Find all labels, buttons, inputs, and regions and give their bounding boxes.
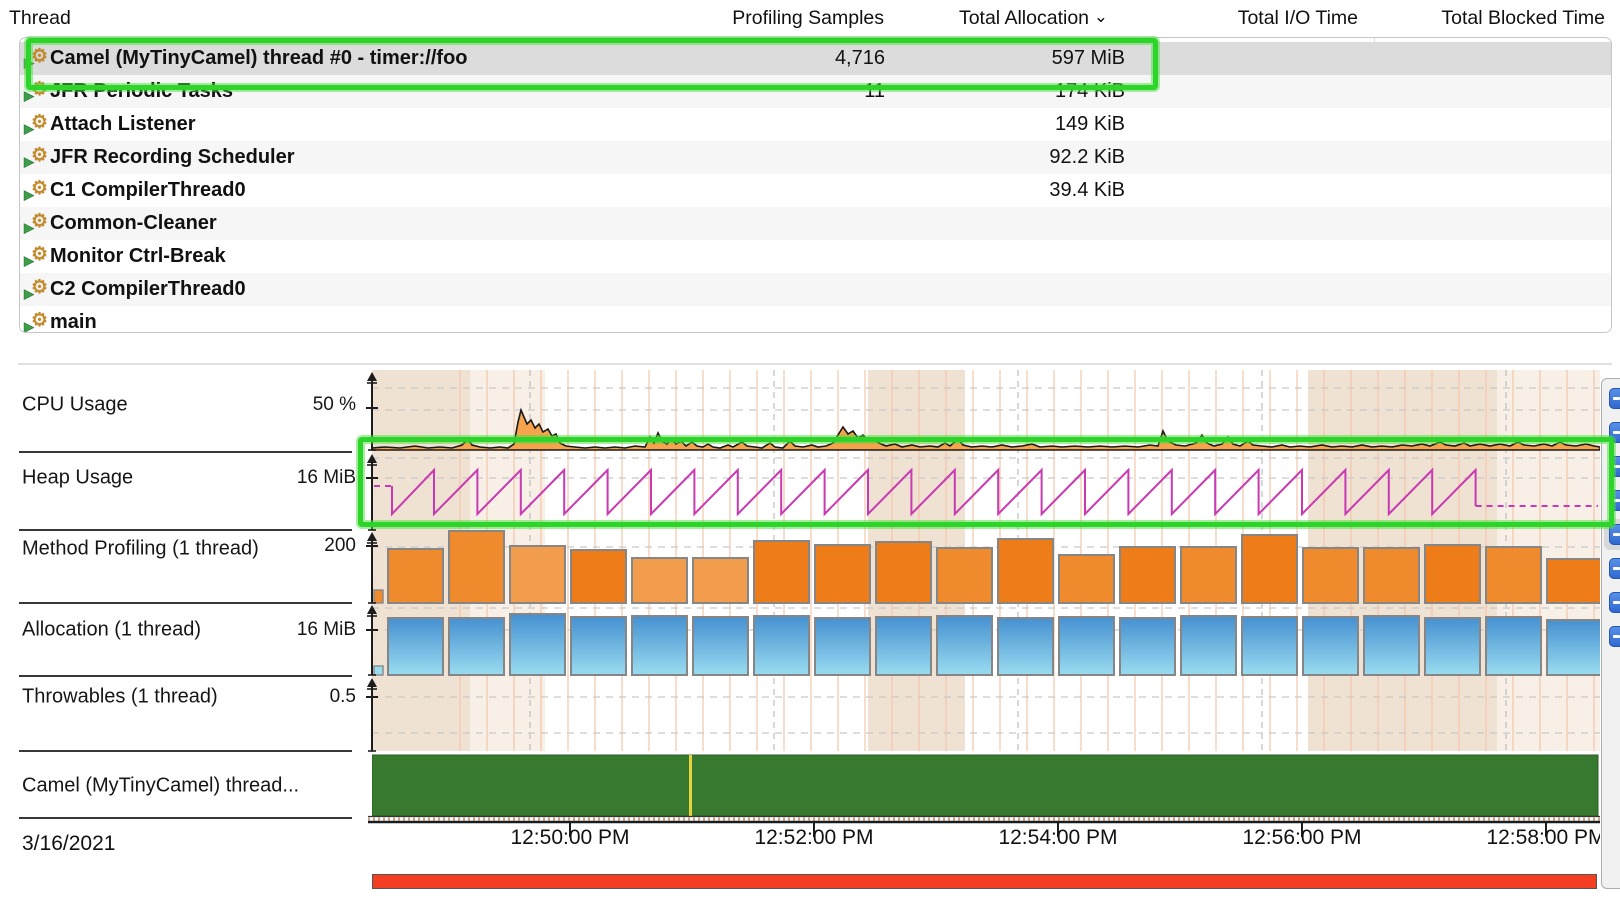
- time-axis-label: 12:56:00 PM: [1217, 826, 1387, 850]
- axis-max-allocation: 16 MiB: [297, 619, 356, 641]
- allocation-bar[interactable]: [449, 618, 504, 675]
- allocation-bar[interactable]: [937, 616, 992, 675]
- lane-label-allocation: Allocation (1 thread): [22, 619, 201, 642]
- chart-toolbar-button[interactable]: [1609, 524, 1620, 545]
- jmc-threads-view: Thread Profiling Samples Total Allocatio…: [0, 0, 1620, 904]
- chart-toolbar-button[interactable]: [1609, 388, 1620, 409]
- method-profiling-bar[interactable]: [1425, 545, 1480, 603]
- time-axis-label: 12:58:00 PM: [1461, 826, 1600, 850]
- axis-max-method: 200: [324, 535, 356, 557]
- time-axis-labels[interactable]: 12:50:00 PM 12:52:00 PM 12:54:00 PM 12:56:0…: [0, 826, 1600, 860]
- range-selector-bar[interactable]: [372, 874, 1597, 889]
- time-axis-label: 12:52:00 PM: [729, 826, 899, 850]
- lane-label-cpu-usage: CPU Usage: [22, 394, 128, 417]
- allocation-bar[interactable]: [1059, 617, 1114, 675]
- allocation-bar[interactable]: [1181, 616, 1236, 675]
- axis-max-heap: 16 MiB: [297, 467, 356, 489]
- method-profiling-bar[interactable]: [876, 542, 931, 603]
- lane-label-method-profiling: Method Profiling (1 thread): [22, 538, 259, 561]
- method-profiling-bar[interactable]: [1303, 548, 1358, 603]
- thread-lifespan-bar[interactable]: [372, 755, 1598, 816]
- timeline-chart[interactable]: [0, 0, 1620, 904]
- allocation-bar[interactable]: [998, 618, 1053, 675]
- method-profiling-bar[interactable]: [1547, 559, 1602, 603]
- allocation-bar[interactable]: [693, 617, 748, 675]
- lane-label-throwables: Throwables (1 thread): [22, 686, 218, 709]
- method-profiling-bar[interactable]: [937, 548, 992, 603]
- chart-toolbar-button[interactable]: [1609, 422, 1620, 443]
- time-axis-label: 12:50:00 PM: [485, 826, 655, 850]
- allocation-bar[interactable]: [876, 617, 931, 675]
- allocation-bar[interactable]: [1486, 617, 1541, 675]
- chart-toolbar: [1601, 378, 1620, 889]
- lane-label-heap-usage: Heap Usage: [22, 467, 133, 490]
- allocation-bar[interactable]: [374, 666, 383, 675]
- method-profiling-bar[interactable]: [388, 549, 443, 603]
- method-profiling-bar[interactable]: [1364, 548, 1419, 603]
- method-profiling-bar[interactable]: [510, 546, 565, 603]
- allocation-bar[interactable]: [1364, 616, 1419, 675]
- allocation-bar[interactable]: [632, 616, 687, 675]
- method-profiling-bar[interactable]: [815, 545, 870, 603]
- method-profiling-bar[interactable]: [754, 541, 809, 603]
- chart-toolbar-button[interactable]: [1609, 456, 1620, 477]
- chart-toolbar-button[interactable]: [1609, 558, 1620, 579]
- allocation-bar[interactable]: [510, 614, 565, 675]
- method-profiling-bar[interactable]: [1486, 547, 1541, 603]
- allocation-bar[interactable]: [1242, 617, 1297, 675]
- method-profiling-bar[interactable]: [374, 590, 383, 603]
- thread-event-marker: [689, 755, 692, 816]
- method-profiling-bar[interactable]: [693, 558, 748, 603]
- allocation-bar[interactable]: [1303, 617, 1358, 675]
- allocation-bar[interactable]: [815, 618, 870, 675]
- method-profiling-bar[interactable]: [1120, 547, 1175, 603]
- axis-max-throwables: 0.5: [330, 686, 356, 708]
- allocation-bar[interactable]: [754, 616, 809, 675]
- chart-toolbar-button[interactable]: [1609, 592, 1620, 613]
- chart-toolbar-button[interactable]: [1609, 490, 1620, 511]
- allocation-bar[interactable]: [1120, 618, 1175, 675]
- method-profiling-bar[interactable]: [571, 550, 626, 603]
- chart-toolbar-button[interactable]: [1609, 626, 1620, 647]
- allocation-bar[interactable]: [1547, 620, 1602, 675]
- method-profiling-bar[interactable]: [1242, 535, 1297, 603]
- axis-max-cpu: 50 %: [313, 394, 356, 416]
- method-profiling-bar[interactable]: [998, 539, 1053, 603]
- method-profiling-bar[interactable]: [1059, 555, 1114, 603]
- allocation-bar[interactable]: [388, 618, 443, 675]
- allocation-bar[interactable]: [571, 617, 626, 675]
- plot-area[interactable]: [372, 370, 1602, 816]
- allocation-bar[interactable]: [1425, 618, 1480, 675]
- time-axis-label: 12:54:00 PM: [973, 826, 1143, 850]
- method-profiling-bar[interactable]: [1181, 547, 1236, 603]
- method-profiling-bar[interactable]: [449, 531, 504, 603]
- lane-label-camel-thread: Camel (MyTinyCamel) thread...: [22, 775, 299, 798]
- method-profiling-bar[interactable]: [632, 558, 687, 603]
